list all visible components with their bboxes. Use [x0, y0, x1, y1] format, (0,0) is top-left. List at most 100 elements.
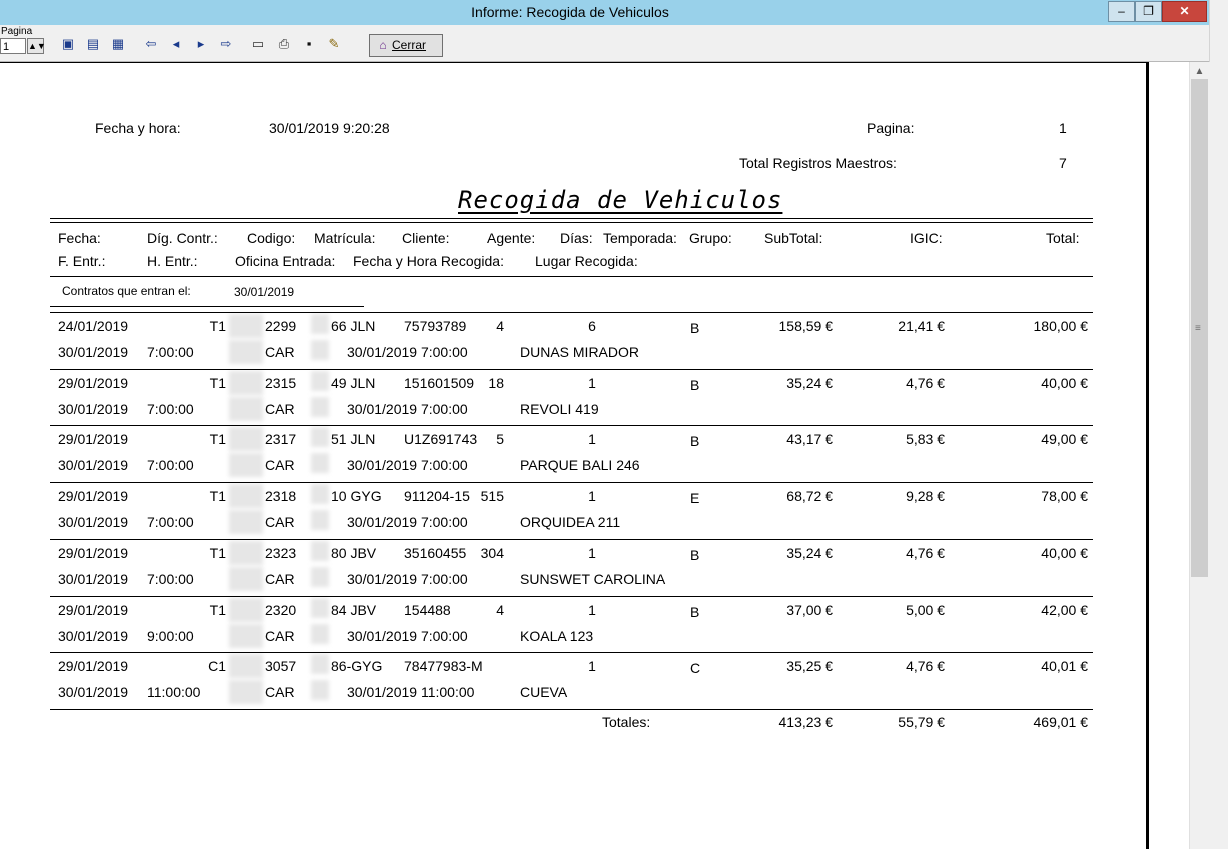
save-icon[interactable]: ▪: [300, 36, 318, 52]
cell-subtotal: 43,17 €: [786, 431, 833, 447]
last-page-icon[interactable]: ⇨: [217, 36, 235, 52]
col-cliente: Cliente:: [402, 230, 450, 246]
cell-codigo: 3057: [265, 658, 297, 674]
cell-oficina: CAR: [265, 344, 295, 360]
open-icon[interactable]: ✎: [325, 36, 343, 52]
cell-lugar: REVOLI 419: [520, 401, 599, 417]
cell-total: 40,00 €: [1041, 375, 1088, 391]
first-page-icon[interactable]: ⇦: [142, 36, 160, 52]
cell-oficina: CAR: [265, 401, 295, 417]
cell-oficina: CAR: [265, 628, 295, 644]
cell-lugar: PARQUE BALI 246: [520, 457, 640, 473]
cell-agente: 304: [480, 545, 504, 561]
close-report-label: Cerrar: [392, 38, 427, 52]
cell-igic: 4,76 €: [906, 375, 945, 391]
cell-dig: C1: [208, 658, 226, 674]
col-subtotal: SubTotal:: [764, 230, 823, 246]
cell-fecha: 29/01/2019: [58, 658, 129, 674]
redacted-area: [229, 397, 263, 421]
col-fecha-hora-recogida: Fecha y Hora Recogida:: [353, 253, 504, 269]
redacted-area: [229, 598, 263, 622]
cell-total: 40,01 €: [1041, 658, 1088, 674]
cell-dias: 1: [588, 375, 596, 391]
page-input[interactable]: 1: [0, 38, 26, 54]
cell-matricula: 66 JLN: [331, 318, 376, 334]
cell-agente: 4: [496, 602, 504, 618]
close-report-button[interactable]: ⌂ Cerrar: [369, 34, 443, 57]
view-single-icon[interactable]: ▣: [59, 36, 77, 52]
redacted-area: [311, 314, 329, 334]
cell-lugar: ORQUIDEA 211: [520, 514, 621, 530]
cell-dig: T1: [209, 488, 226, 504]
cell-fh-recogida: 30/01/2019 7:00:00: [347, 401, 468, 417]
redacted-area: [311, 654, 329, 674]
cell-cliente: 78477983-M: [404, 658, 483, 674]
scroll-grip-icon: ≡: [1195, 323, 1201, 334]
cell-igic: 5,83 €: [906, 431, 945, 447]
cell-matricula: 86-GYG: [331, 658, 383, 674]
print-icon[interactable]: ⎙: [275, 36, 293, 52]
header-rule-bottom: [50, 276, 1093, 277]
cell-matricula: 84 JBV: [331, 602, 377, 618]
redacted-area: [311, 371, 329, 391]
cell-subtotal: 158,59 €: [778, 318, 834, 334]
view-double-icon[interactable]: ▤: [84, 36, 102, 52]
cell-dig: T1: [209, 602, 226, 618]
cell-codigo: 2323: [265, 545, 297, 561]
row-separator: [50, 482, 1093, 483]
cell-h-entr: 7:00:00: [147, 571, 194, 587]
cell-dias: 1: [588, 545, 596, 561]
col-lugar-recogida: Lugar Recogida:: [535, 253, 638, 269]
cell-h-entr: 7:00:00: [147, 344, 194, 360]
minimize-button[interactable]: ‒: [1108, 1, 1135, 22]
col-grupo: Grupo:: [689, 230, 732, 246]
redacted-area: [311, 453, 329, 473]
cell-grupo: E: [690, 490, 700, 506]
cell-fh-recogida: 30/01/2019 7:00:00: [347, 628, 468, 644]
cell-dig: T1: [209, 318, 226, 334]
cell-cliente: 911204-15: [404, 488, 470, 504]
scroll-up-icon[interactable]: ▲: [1191, 63, 1208, 80]
col-oficina-entrada: Oficina Entrada:: [235, 253, 336, 269]
redacted-area: [229, 484, 263, 508]
cell-grupo: B: [690, 377, 700, 393]
redacted-area: [229, 541, 263, 565]
next-page-icon[interactable]: ▸: [192, 36, 210, 52]
cell-subtotal: 35,25 €: [786, 658, 833, 674]
cell-agente: 18: [488, 375, 504, 391]
redacted-area: [229, 510, 263, 534]
row-separator: [50, 539, 1093, 540]
door-icon: ⌂: [379, 38, 387, 52]
cell-igic: 4,76 €: [906, 658, 945, 674]
cell-cliente: 75793789: [404, 318, 467, 334]
cell-fecha: 29/01/2019: [58, 545, 129, 561]
redacted-area: [311, 484, 329, 504]
toolbar: Pagina 1 ▲▼ ▣ ▤ ▦ ⇦ ◂ ▸ ⇨ ▭ ⎙ ▪ ✎ ⌂ Cerra…: [0, 25, 1209, 62]
prev-page-icon[interactable]: ◂: [167, 36, 185, 52]
redacted-area: [229, 340, 263, 364]
col-fecha: Fecha:: [58, 230, 101, 246]
cell-dias: 1: [588, 658, 596, 674]
cell-dias: 1: [588, 488, 596, 504]
total-records-label: Total Registros Maestros:: [739, 155, 897, 171]
close-window-button[interactable]: ✕: [1162, 1, 1207, 22]
view-list-icon[interactable]: ▦: [109, 36, 127, 52]
date-label: Fecha y hora:: [95, 120, 181, 136]
cell-codigo: 2315: [265, 375, 297, 391]
page-spinner-icon[interactable]: ▲▼: [27, 38, 46, 54]
page-right-edge: [1146, 62, 1149, 849]
cell-oficina: CAR: [265, 457, 295, 473]
restore-button[interactable]: ❐: [1135, 1, 1162, 22]
cell-fh-recogida: 30/01/2019 11:00:00: [347, 684, 475, 700]
print-setup-icon[interactable]: ▭: [249, 36, 267, 52]
cell-f-entr: 30/01/2019: [58, 344, 129, 360]
cell-codigo: 2299: [265, 318, 297, 334]
cell-oficina: CAR: [265, 684, 295, 700]
cell-matricula: 49 JLN: [331, 375, 376, 391]
cell-total: 49,00 €: [1041, 431, 1088, 447]
total-records-value: 7: [1059, 155, 1067, 171]
col-f-entr: F. Entr.:: [58, 253, 106, 269]
redacted-area: [229, 624, 263, 648]
redacted-area: [311, 680, 329, 700]
cell-fecha: 29/01/2019: [58, 488, 129, 504]
